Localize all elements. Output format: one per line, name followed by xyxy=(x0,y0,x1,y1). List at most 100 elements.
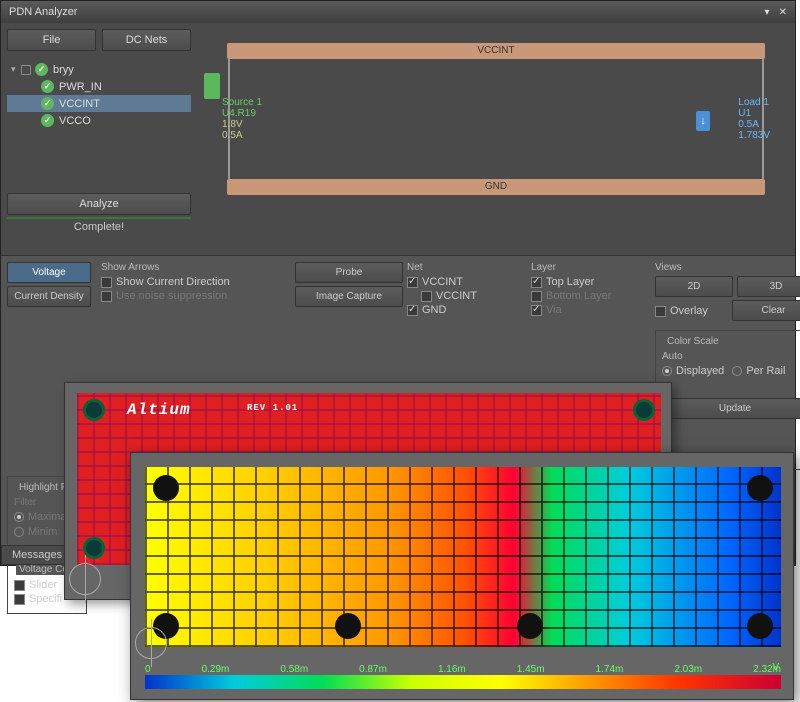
source-ref: U4.R19 xyxy=(222,108,262,119)
net-vccint2-checkbox[interactable] xyxy=(421,291,432,302)
source-title: Source 1 xyxy=(222,97,262,108)
load-icon[interactable]: ↓ xyxy=(696,111,710,131)
tree-item-pwrin[interactable]: ✓ PWR_IN xyxy=(7,78,191,95)
scale-tick: 0.58m xyxy=(280,664,308,675)
collapse-icon[interactable]: ▾ xyxy=(11,64,21,75)
title-bar: PDN Analyzer ▾ ✕ xyxy=(1,1,795,23)
arrows-title: Show Arrows xyxy=(101,262,291,273)
net-item-label: VCCINT xyxy=(436,290,477,302)
status-ok-icon: ✓ xyxy=(35,63,48,76)
scale-unit: V xyxy=(772,662,779,673)
layer-via-checkbox[interactable] xyxy=(531,305,542,316)
specific-checkbox[interactable] xyxy=(14,594,25,605)
specific-label: Specifi xyxy=(29,593,62,605)
layer-bottom-checkbox[interactable] xyxy=(531,291,542,302)
overlay-checkbox[interactable] xyxy=(655,306,666,317)
color-scale-labels: 0 0.29m 0.58m 0.87m 1.16m 1.45m 1.74m 2.… xyxy=(145,664,781,675)
source-block[interactable]: Source 1 U4.R19 1.8V 0.5A xyxy=(222,97,262,141)
layer-item-label: Via xyxy=(546,304,562,316)
image-capture-button[interactable]: Image Capture xyxy=(295,286,403,307)
net-item-label: VCCINT xyxy=(422,276,463,288)
voltage-mode-button[interactable]: Voltage xyxy=(7,262,91,283)
perrail-radio[interactable] xyxy=(732,366,742,376)
dcnets-button[interactable]: DC Nets xyxy=(102,29,191,51)
noise-suppression-label: Use noise suppression xyxy=(116,290,227,302)
tree-item-vcco[interactable]: ✓ VCCO xyxy=(7,112,191,129)
compass-icon[interactable] xyxy=(131,623,171,663)
views-title: Views xyxy=(655,262,800,273)
source-icon[interactable] xyxy=(204,73,220,99)
perrail-label: Per Rail xyxy=(746,365,785,377)
load-ref: U1 xyxy=(738,108,770,119)
unit-v: V xyxy=(662,425,800,437)
messages-tab[interactable]: Messages xyxy=(1,545,73,565)
scale-tick: 1.74m xyxy=(596,664,624,675)
overlay-label: Overlay xyxy=(670,305,708,317)
net-vccint-checkbox[interactable] xyxy=(407,277,418,288)
update-button[interactable]: Update xyxy=(662,398,800,419)
tree-checkbox[interactable] xyxy=(21,65,31,75)
pcb-heatmap-canvas[interactable] xyxy=(145,467,781,647)
net-title: Net xyxy=(407,262,527,273)
analyze-status: Complete! xyxy=(7,221,191,233)
layer-title: Layer xyxy=(531,262,651,273)
clear-button[interactable]: Clear xyxy=(732,300,800,321)
tree-item-label: VCCINT xyxy=(59,98,100,110)
probe-button[interactable]: Probe xyxy=(295,262,403,283)
tree-item-label: PWR_IN xyxy=(59,81,102,93)
layer-top-checkbox[interactable] xyxy=(531,277,542,288)
status-ok-icon: ✓ xyxy=(41,80,54,93)
rail-bottom[interactable]: GND xyxy=(227,179,765,195)
slider-checkbox[interactable] xyxy=(14,580,25,591)
file-button[interactable]: File xyxy=(7,29,96,51)
window-title: PDN Analyzer xyxy=(9,6,77,18)
minima-radio[interactable] xyxy=(14,527,24,537)
view-3d-button[interactable]: 3D xyxy=(737,276,800,297)
show-direction-checkbox[interactable] xyxy=(101,277,112,288)
tree-item-vccint[interactable]: ✓ VCCINT xyxy=(7,95,191,112)
pcb-heatmap-view[interactable]: 0 0.29m 0.58m 0.87m 1.16m 1.45m 1.74m 2.… xyxy=(130,452,794,700)
scale-tick: 0 xyxy=(145,664,151,675)
net-diagram: VCCINT Source 1 U4.R19 1.8V 0.5A ↓ Load … xyxy=(197,23,795,255)
scale-tick: 1.16m xyxy=(438,664,466,675)
progress-bar xyxy=(7,217,191,219)
load-block[interactable]: Load 1 U1 0.5A 1.783V xyxy=(738,97,770,141)
colorscale-auto: Auto xyxy=(662,351,800,362)
tree-root[interactable]: ▾ ✓ bryy xyxy=(7,61,191,78)
voltage-co-title: Voltage Co xyxy=(16,564,71,575)
view-2d-button[interactable]: 2D xyxy=(655,276,733,297)
show-direction-label: Show Current Direction xyxy=(116,276,230,288)
maxima-radio[interactable] xyxy=(14,512,24,522)
tree-root-label: bryy xyxy=(53,64,74,76)
filter-label: Filter xyxy=(14,497,67,508)
maxima-label: Maxima xyxy=(28,511,67,523)
displayed-label: Displayed xyxy=(676,365,724,377)
color-scale-bar[interactable] xyxy=(145,675,781,689)
noise-suppression-checkbox xyxy=(101,291,112,302)
load-voltage: 1.783V xyxy=(738,130,770,141)
net-item-label: GND xyxy=(422,304,446,316)
status-ok-icon: ✓ xyxy=(41,114,54,127)
source-voltage: 1.8V xyxy=(222,119,262,130)
scale-tick: 1.45m xyxy=(517,664,545,675)
scale-tick: 0.29m xyxy=(202,664,230,675)
analyze-button[interactable]: Analyze xyxy=(7,193,191,215)
pcb-brand: Altium xyxy=(127,401,191,419)
scale-tick: 0.87m xyxy=(359,664,387,675)
minima-label: Minim xyxy=(28,526,57,538)
net-tree: ▾ ✓ bryy ✓ PWR_IN ✓ VCCINT ✓ VCCO xyxy=(7,57,191,133)
rail-top[interactable]: VCCINT xyxy=(227,43,765,59)
layer-item-label: Bottom Layer xyxy=(546,290,611,302)
pin-icon[interactable]: ▾ xyxy=(765,7,770,18)
scale-tick: 2.03m xyxy=(674,664,702,675)
source-current: 0.5A xyxy=(222,130,262,141)
close-icon[interactable]: ✕ xyxy=(779,7,787,18)
net-gnd-checkbox[interactable] xyxy=(407,305,418,316)
tree-item-label: VCCO xyxy=(59,115,91,127)
layer-item-label: Top Layer xyxy=(546,276,594,288)
current-density-button[interactable]: Current Density xyxy=(7,286,91,307)
displayed-radio[interactable] xyxy=(662,366,672,376)
compass-icon[interactable] xyxy=(65,559,105,599)
status-ok-icon: ✓ xyxy=(41,97,54,110)
pcb-rev: REV 1.01 xyxy=(247,403,298,413)
